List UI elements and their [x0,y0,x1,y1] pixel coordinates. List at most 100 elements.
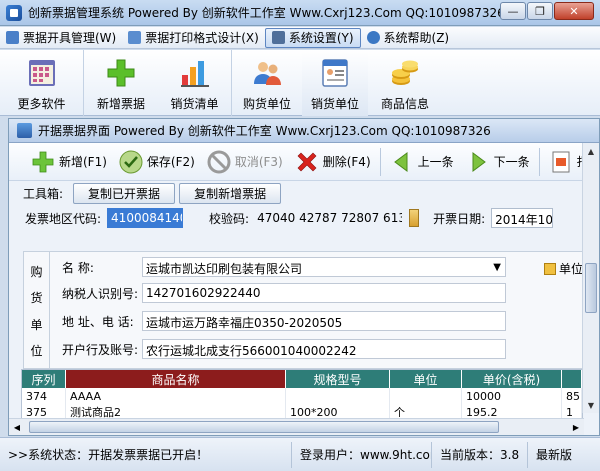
vertical-char: 位 [30,344,43,359]
more-software-button[interactable]: 更多软件 [0,50,84,116]
menu-invoice-management[interactable]: 票据开具管理(W) [0,28,122,48]
buyer-taxid-label: 纳税人识别号: [62,286,139,301]
users-icon [254,62,281,85]
print-design-icon [128,31,142,44]
toolbar-label: 购货单位 [242,97,291,111]
status-version: 当前版本：3.8 [432,441,528,468]
horizontal-scroll-thumb[interactable] [29,421,499,433]
product-info-button[interactable]: 商品信息 [368,50,442,116]
cell-product-name: 测试商品2 [66,404,286,418]
toolbar-label: 更多软件 [17,97,66,111]
app-icon [6,4,22,21]
buyer-address-label: 地 址、电 话: [62,314,134,329]
invoice-icon [6,31,19,44]
menu-system-settings[interactable]: 系统设置(Y) [264,27,361,48]
cell-unit-price: 10000 [462,388,562,404]
save-label: 保存(F2) [146,155,195,169]
vertical-char: 货 [30,291,43,306]
col-header-extra[interactable] [562,370,582,388]
prohibited-icon [207,150,231,173]
checkmark-icon [119,150,143,173]
vertical-char: 单 [30,317,43,332]
menu-system-help[interactable]: 系统帮助(Z) [361,28,456,48]
minimize-button[interactable]: — [500,2,526,20]
chevron-down-icon[interactable]: ▼ [493,262,501,273]
red-x-icon [297,152,317,171]
cell-unit: 个 [390,404,462,418]
col-header-unit-price[interactable]: 单价(含税) [462,370,562,388]
close-button[interactable]: ✕ [554,2,594,20]
previous-button[interactable]: 上一条 [384,145,460,179]
cell-unit-price: 195.2 [462,404,562,418]
col-header-product-name[interactable]: 商品名称 [66,370,286,388]
window-titlebar[interactable]: 创新票据管理系统 Powered By 创新软件工作室 Www.Cxrj123.… [0,0,600,26]
invoice-child-window: 开据票据界面 Powered By 创新软件工作室 Www.Cxrj123.Co… [8,118,600,436]
buyer-bank-input[interactable]: 农行运城北成支行566001040002242 [142,339,506,359]
menu-print-design[interactable]: 票据打印格式设计(X) [122,28,265,48]
cancel-label: 取消(F3) [234,155,283,169]
previous-label: 上一条 [417,155,454,169]
goods-table: 序列 商品名称 规格型号 单位 单价(含税) 374 AAAA 10000 85… [21,369,583,419]
vertical-scrollbar[interactable]: ▲ ▼ [582,143,599,413]
buyer-taxid-input[interactable]: 142701602922440 [142,283,506,303]
buyer-unit-button[interactable]: 购货单位 [232,50,302,116]
cell-extra: 1 [562,404,582,418]
invoice-info-row: 发票地区代码: 4100084140 校验码: 47040 42787 7280… [9,205,599,231]
scroll-up-arrow-icon[interactable]: ▲ [583,143,599,159]
menu-label: 票据打印格式设计(X) [145,31,259,45]
green-plus-icon [32,151,54,172]
new-button[interactable]: 新增(F1) [9,145,113,179]
col-header-spec[interactable]: 规格型号 [286,370,390,388]
next-button[interactable]: 下一条 [460,145,536,179]
table-row[interactable]: 374 AAAA 10000 85 [22,388,582,404]
menu-label: 系统设置(Y) [288,31,354,45]
save-button[interactable]: 保存(F2) [113,145,201,179]
scroll-down-arrow-icon[interactable]: ▼ [583,397,599,413]
toolbar-label: 销货清单 [170,97,219,111]
scroll-left-arrow-icon[interactable]: ◀ [9,419,25,435]
coins-icon [392,60,418,85]
cell-extra: 85 [562,388,582,404]
table-header: 序列 商品名称 规格型号 单位 单价(含税) [22,370,582,388]
toolbar-label: 销货单位 [310,97,359,111]
copy-new-button[interactable]: 复制新增票据 [179,182,282,204]
invoice-date-input[interactable]: 2014年10月 [491,208,554,228]
buyer-address-input[interactable]: 运城市运万路幸福庄0350-2020505 [142,311,506,331]
edit-icon[interactable] [409,209,420,227]
add-unit-icon [544,262,556,275]
toolbar-label: 商品信息 [380,97,429,111]
scroll-right-arrow-icon[interactable]: ▶ [568,419,584,435]
id-card-icon [322,59,348,87]
status-bar: >>系统状态：开据发票票据已开启！ 登录用户：www.9ht.com 当前版本：… [0,437,600,471]
bar-chart-icon [180,61,209,87]
col-header-seq[interactable]: 序列 [22,370,66,388]
arrow-right-icon [472,151,486,172]
menu-label: 票据开具管理(W) [23,31,117,45]
new-invoice-button[interactable]: 新增票据 [84,50,158,116]
buyer-name-value: 运城市凯达印刷包装有限公司 [146,262,303,276]
table-row[interactable]: 375 测试商品2 100*200 个 195.2 1 [22,404,582,418]
seller-unit-button[interactable]: 销货单位 [302,50,368,116]
child-titlebar[interactable]: 开据票据界面 Powered By 创新软件工作室 Www.Cxrj123.Co… [9,119,599,143]
vertical-scroll-thumb[interactable] [585,263,597,313]
cell-product-name: AAAA [66,388,286,404]
buyer-unit-vertical-label: 购 货 单 位 [24,252,50,370]
toolbar-label: 新增票据 [96,97,145,111]
sales-list-button[interactable]: 销货清单 [158,50,232,116]
buyer-name-dropdown[interactable]: 运城市凯达印刷包装有限公司 ▼ [142,257,506,277]
area-code-input[interactable]: 4100084140 [107,208,184,228]
invoice-date-label: 开票日期: [433,211,486,226]
next-label: 下一条 [493,155,530,169]
col-header-unit[interactable]: 单位 [390,370,462,388]
restore-button[interactable]: ❐ [527,2,553,20]
cell-seq: 375 [22,404,66,418]
cancel-button[interactable]: 取消(F3) [201,145,289,179]
green-plus-icon [107,59,135,87]
copy-issued-button[interactable]: 复制已开票据 [73,182,176,204]
delete-button[interactable]: 删除(F4) [289,145,377,179]
check-code-input[interactable]: 47040 42787 72807 61300 [253,208,403,228]
toolbar-separator [538,147,540,176]
horizontal-scrollbar[interactable]: ◀ ▶ [9,418,584,435]
buyer-bank-label: 开户行及账号: [62,342,139,357]
cell-spec: 100*200 [286,404,390,418]
